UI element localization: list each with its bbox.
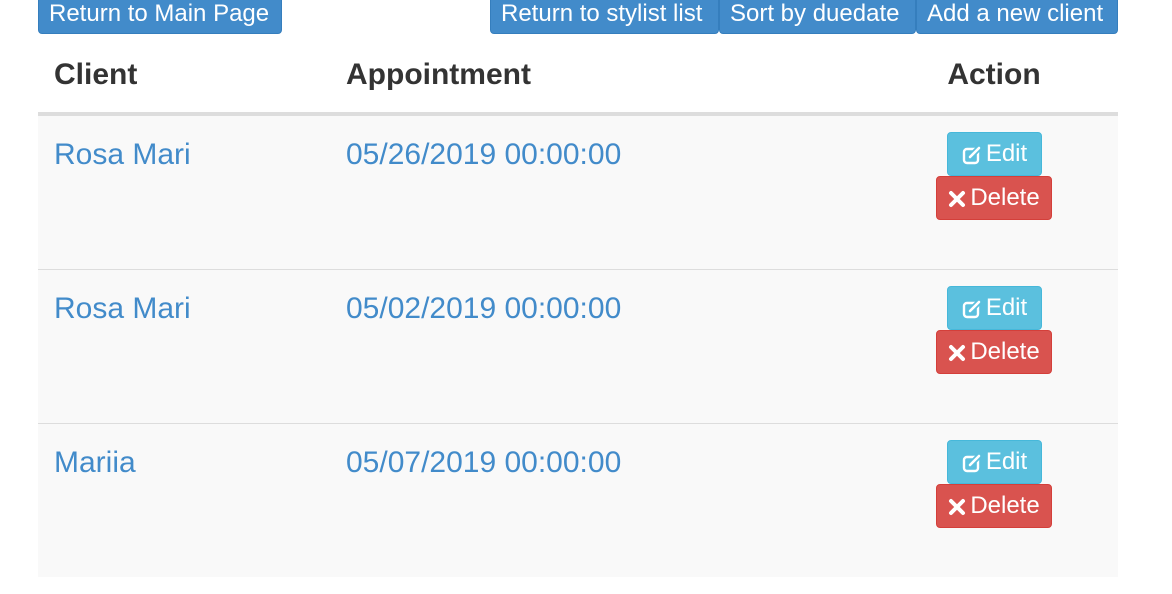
remove-icon: [948, 498, 966, 516]
edit-button[interactable]: Edit: [947, 440, 1042, 484]
edit-icon: [962, 453, 982, 473]
column-header-action: Action: [947, 58, 1041, 91]
column-header-client: Client: [54, 58, 138, 91]
client-name-link[interactable]: Rosa Mari: [54, 138, 191, 172]
delete-button[interactable]: Delete: [936, 330, 1052, 374]
appointment-date-link[interactable]: 05/07/2019 00:00:00: [346, 446, 621, 480]
clients-table: Client Appointment Action Rosa Mari 05/2…: [38, 44, 1118, 577]
delete-label: Delete: [970, 338, 1040, 365]
table-row: Mariia 05/07/2019 00:00:00 Edit Delete: [38, 424, 1118, 577]
return-to-stylist-list-button[interactable]: Return to stylist list: [490, 0, 719, 34]
edit-button[interactable]: Edit: [947, 132, 1042, 176]
client-name-link[interactable]: Mariia: [54, 446, 136, 480]
remove-icon: [948, 344, 966, 362]
edit-icon: [962, 299, 982, 319]
remove-icon: [948, 190, 966, 208]
delete-button[interactable]: Delete: [936, 176, 1052, 220]
edit-label: Edit: [985, 140, 1028, 167]
delete-label: Delete: [970, 184, 1040, 211]
edit-label: Edit: [985, 448, 1028, 475]
return-to-main-page-button[interactable]: Return to Main Page: [38, 0, 282, 34]
add-new-client-button[interactable]: Add a new client: [916, 0, 1118, 34]
table-row: Rosa Mari 05/02/2019 00:00:00 Edit Delet…: [38, 270, 1118, 424]
client-name-link[interactable]: Rosa Mari: [54, 292, 191, 326]
column-header-appointment: Appointment: [346, 58, 531, 91]
table-row: Rosa Mari 05/26/2019 00:00:00 Edit Delet…: [38, 116, 1118, 270]
appointment-date-link[interactable]: 05/26/2019 00:00:00: [346, 138, 621, 172]
delete-button[interactable]: Delete: [936, 484, 1052, 528]
sort-by-duedate-button[interactable]: Sort by duedate: [719, 0, 916, 34]
appointment-date-link[interactable]: 05/02/2019 00:00:00: [346, 292, 621, 326]
table-header: Client Appointment Action: [38, 44, 1118, 116]
edit-button[interactable]: Edit: [947, 286, 1042, 330]
edit-label: Edit: [985, 294, 1028, 321]
edit-icon: [962, 145, 982, 165]
delete-label: Delete: [970, 492, 1040, 519]
